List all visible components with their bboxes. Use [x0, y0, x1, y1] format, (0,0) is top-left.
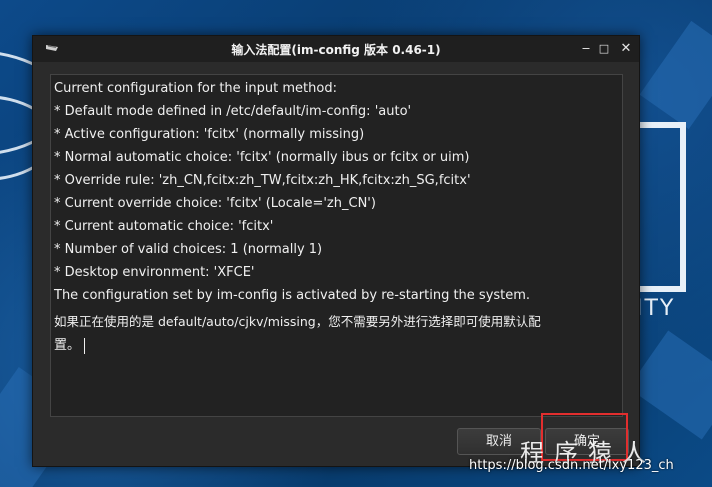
window-title: 输入法配置(im-config 版本 0.46-1)	[231, 43, 441, 57]
text-line: * Current override choice: 'fcitx' (Loca…	[54, 196, 376, 211]
text-line: * Desktop environment: 'XFCE'	[54, 265, 255, 280]
text-line: The configuration set by im-config is ac…	[54, 288, 531, 303]
text-line: Current configuration for the input meth…	[54, 81, 337, 96]
text-line: * Active configuration: 'fcitx' (normall…	[54, 127, 365, 142]
wallpaper-shard	[628, 330, 712, 440]
minimize-button[interactable]: ‒	[577, 40, 595, 58]
im-config-dialog: 输入法配置(im-config 版本 0.46-1) ‒ □ ✕ Current…	[32, 35, 640, 467]
maximize-button[interactable]: □	[595, 40, 613, 58]
close-button[interactable]: ✕	[617, 40, 635, 58]
text-line: * Current automatic choice: 'fcitx'	[54, 219, 274, 234]
wallpaper-logo-text: ITY	[636, 296, 676, 321]
text-line: * Number of valid choices: 1 (normally 1…	[54, 242, 323, 257]
config-info-textview[interactable]: Current configuration for the input meth…	[50, 74, 623, 417]
watermark-url: https://blog.csdn.net/lxy123_ch	[469, 458, 674, 473]
text-line: * Normal automatic choice: 'fcitx' (norm…	[54, 150, 470, 165]
wallpaper-shard	[639, 20, 712, 130]
text-line: 置。	[54, 338, 81, 353]
text-line: * Override rule: 'zh_CN,fcitx:zh_TW,fcit…	[54, 173, 471, 188]
text-line-last: 置。	[54, 334, 86, 354]
text-line: * Default mode defined in /etc/default/i…	[54, 104, 412, 119]
text-cursor	[84, 337, 86, 354]
text-line: 如果正在使用的是 default/auto/cjkv/missing，您不需要另…	[54, 314, 541, 329]
title-bar[interactable]: 输入法配置(im-config 版本 0.46-1) ‒ □ ✕	[33, 36, 639, 62]
